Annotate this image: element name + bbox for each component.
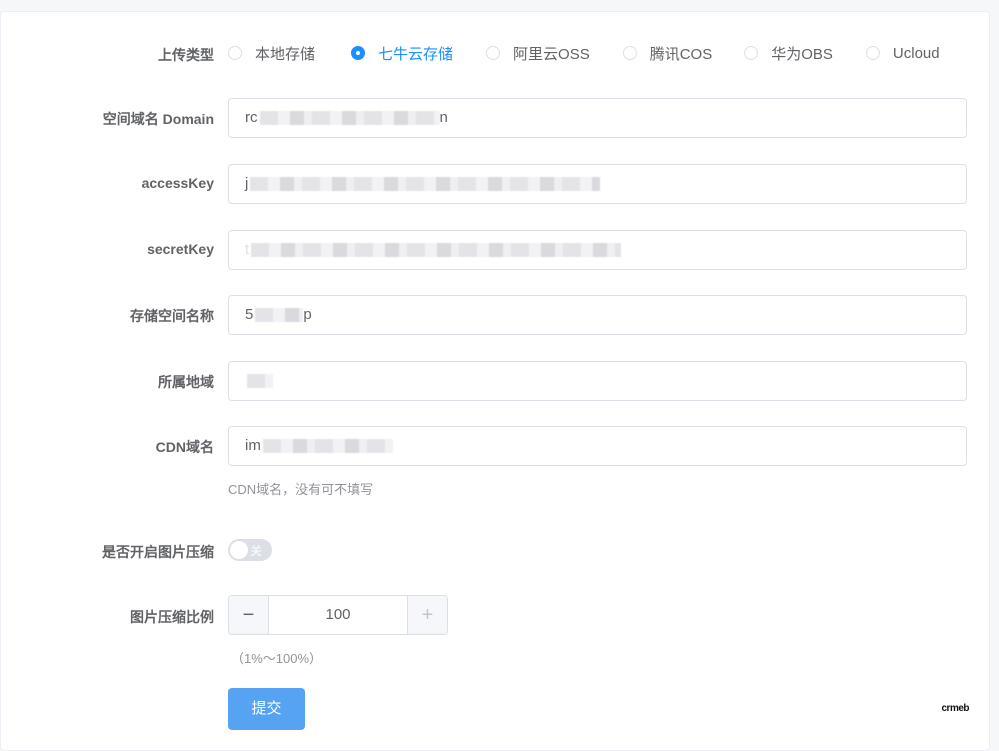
compress-label: 是否开启图片压缩 [102, 544, 214, 560]
radio-label: 本地存储 [255, 45, 316, 63]
ratio-row: 图片压缩比例 − 100 + （1%～100%） [1, 595, 991, 675]
domain-row: 空间域名 Domain rc n [1, 98, 991, 138]
region-row: 所属地域 [1, 361, 991, 401]
domain-input[interactable]: rc n [228, 98, 967, 138]
upload-type-row: 上传类型 本地存储 七牛云存储 阿里云OSS 腾讯COS 华为OBS Uclou… [1, 33, 991, 73]
region-label: 所属地域 [158, 374, 214, 390]
redacted-mask [247, 374, 273, 389]
radio-ucloud[interactable]: Ucloud [865, 44, 940, 62]
bucket-value-prefix: 5 [245, 306, 254, 323]
secret-key-value-prefix: t [245, 241, 250, 258]
radio-label: 华为OBS [771, 45, 833, 63]
ratio-label: 图片压缩比例 [130, 609, 214, 625]
domain-label: 空间域名 Domain [102, 111, 214, 127]
secret-key-row: secretKey t [1, 230, 991, 270]
compress-row: 是否开启图片压缩 关 [1, 539, 991, 561]
bucket-input[interactable]: 5p [228, 295, 967, 335]
radio-local[interactable]: 本地存储 [228, 43, 315, 64]
decrease-button[interactable]: − [229, 596, 269, 634]
radio-dot[interactable] [351, 46, 366, 60]
radio-dot[interactable] [744, 46, 759, 60]
radio-huawei-obs[interactable]: 华为OBS [744, 43, 833, 64]
radio-label: Ucloud [892, 44, 940, 62]
cdn-label: CDN域名 [155, 439, 214, 455]
secret-key-label: secretKey [147, 241, 214, 257]
radio-label: 七牛云存储 [378, 45, 454, 63]
submit-button[interactable]: 提交 [228, 688, 305, 730]
radio-label: 阿里云OSS [513, 45, 590, 63]
radio-dot[interactable] [228, 46, 242, 60]
domain-value-prefix: rc [245, 109, 258, 126]
radio-tencent-cos[interactable]: 腾讯COS [622, 43, 713, 64]
radio-aliyun-oss[interactable]: 阿里云OSS [486, 43, 590, 64]
cdn-row: CDN域名 im CDN域名，没有可不填写 [1, 426, 991, 506]
redacted-mask [250, 177, 601, 192]
bucket-label: 存储空间名称 [130, 308, 214, 324]
access-key-row: accessKey j [1, 164, 991, 204]
switch-text: 关 [250, 544, 263, 558]
region-input[interactable] [228, 361, 967, 401]
radio-dot[interactable] [486, 46, 501, 60]
redacted-mask [259, 111, 440, 126]
cdn-hint: CDN域名，没有可不填写 [228, 482, 374, 497]
cdn-value-prefix: im [245, 437, 261, 454]
cdn-input[interactable]: im [228, 426, 967, 466]
radio-label: 腾讯COS [649, 45, 713, 63]
domain-value-suffix: n [439, 109, 448, 126]
redacted-mask [262, 439, 393, 454]
upload-type-label: 上传类型 [158, 47, 214, 63]
radio-qiniu[interactable]: 七牛云存储 [351, 43, 453, 64]
redacted-mask [255, 308, 304, 323]
upload-type-radio-group: 本地存储 七牛云存储 阿里云OSS 腾讯COS 华为OBS Ucloud [228, 33, 940, 73]
access-key-input[interactable]: j [228, 164, 967, 204]
access-key-value-prefix: j [245, 175, 249, 192]
settings-card: 上传类型 本地存储 七牛云存储 阿里云OSS 腾讯COS 华为OBS Uclou… [0, 11, 990, 751]
bucket-row: 存储空间名称 5p [1, 295, 991, 335]
ratio-stepper[interactable]: − 100 + [228, 595, 448, 635]
radio-dot[interactable] [622, 46, 637, 60]
ratio-value[interactable]: 100 [269, 596, 407, 634]
switch-knob [230, 541, 248, 559]
compress-switch[interactable]: 关 [228, 539, 272, 561]
crmeb-logo: crmeb [941, 703, 969, 714]
bucket-value-suffix: p [303, 306, 312, 323]
increase-button[interactable]: + [407, 596, 447, 634]
radio-dot[interactable] [865, 46, 880, 60]
access-key-label: accessKey [141, 175, 214, 191]
secret-key-input[interactable]: t [228, 230, 967, 270]
ratio-hint: （1%～100%） [231, 651, 323, 666]
redacted-mask [251, 243, 622, 258]
